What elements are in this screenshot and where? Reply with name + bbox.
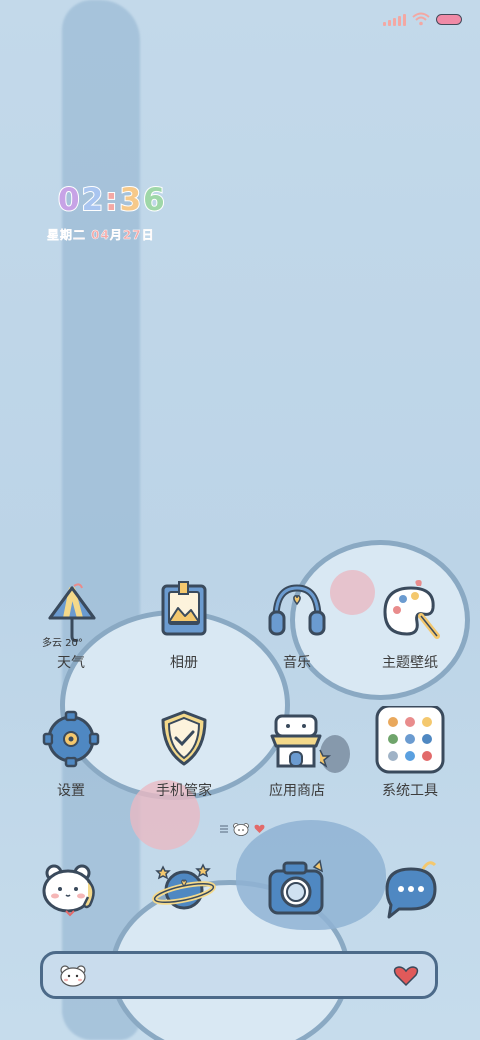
shop-icon (270, 714, 332, 768)
phone-bear-icon (42, 864, 95, 917)
app-weather[interactable]: 多云 20° 天气 (16, 578, 126, 672)
clock-digit: 3 (119, 181, 144, 219)
heart-icon[interactable] (393, 965, 419, 987)
app-label: 手机管家 (156, 783, 212, 799)
page-indicator[interactable] (220, 822, 265, 836)
app-themes[interactable]: 主题壁纸 (355, 578, 465, 672)
app-label: 设置 (57, 783, 85, 799)
gear-icon (42, 710, 100, 768)
app-label: 天气 (57, 655, 85, 671)
chat-bubble-icon (385, 861, 437, 919)
folder-icon (375, 704, 445, 774)
app-label: 相册 (170, 655, 198, 671)
app-tools[interactable]: 系统工具 (355, 704, 465, 800)
app-security[interactable]: 手机管家 (129, 706, 239, 800)
palette-icon (383, 580, 440, 639)
shield-icon (161, 710, 207, 766)
app-label: 系统工具 (382, 783, 438, 799)
dock-messages[interactable] (355, 855, 465, 925)
clock-digit: 2 (81, 181, 106, 219)
dock-browser[interactable] (129, 855, 239, 925)
heart-icon (254, 824, 265, 833)
app-label: 应用商店 (269, 783, 325, 799)
menu-icon (220, 825, 228, 833)
bear-icon (233, 823, 249, 836)
home-screen: 02:36 星期二 04月27日 多云 20° 天气 相册 音乐 主题壁纸 设置… (0, 0, 480, 1040)
camera-icon (268, 859, 324, 915)
search-bar[interactable] (40, 951, 438, 999)
weather-widget-text: 多云 20° (42, 638, 83, 649)
battery-icon (436, 13, 462, 25)
photo-icon (161, 581, 207, 636)
clock-digit: 0 (57, 181, 82, 219)
clock-widget[interactable]: 02:36 (57, 181, 167, 219)
clock-digit: 6 (142, 181, 167, 219)
wifi-icon (412, 12, 430, 26)
signal-bars-icon (383, 12, 406, 26)
headphones-icon (268, 584, 326, 636)
dock-camera[interactable] (242, 855, 352, 925)
app-gallery[interactable]: 相册 (129, 578, 239, 672)
dock-phone[interactable] (16, 855, 126, 925)
app-settings[interactable]: 设置 (16, 706, 126, 800)
clock-colon: : (104, 181, 120, 219)
app-music[interactable]: 音乐 (242, 578, 352, 672)
planet-icon (152, 863, 216, 910)
app-appstore[interactable]: 应用商店 (242, 706, 352, 800)
bear-face-icon[interactable] (59, 964, 87, 988)
status-bar (383, 12, 462, 26)
app-label: 主题壁纸 (382, 655, 438, 671)
app-label: 音乐 (283, 655, 311, 671)
date-label: 星期二 04月27日 (47, 228, 155, 242)
